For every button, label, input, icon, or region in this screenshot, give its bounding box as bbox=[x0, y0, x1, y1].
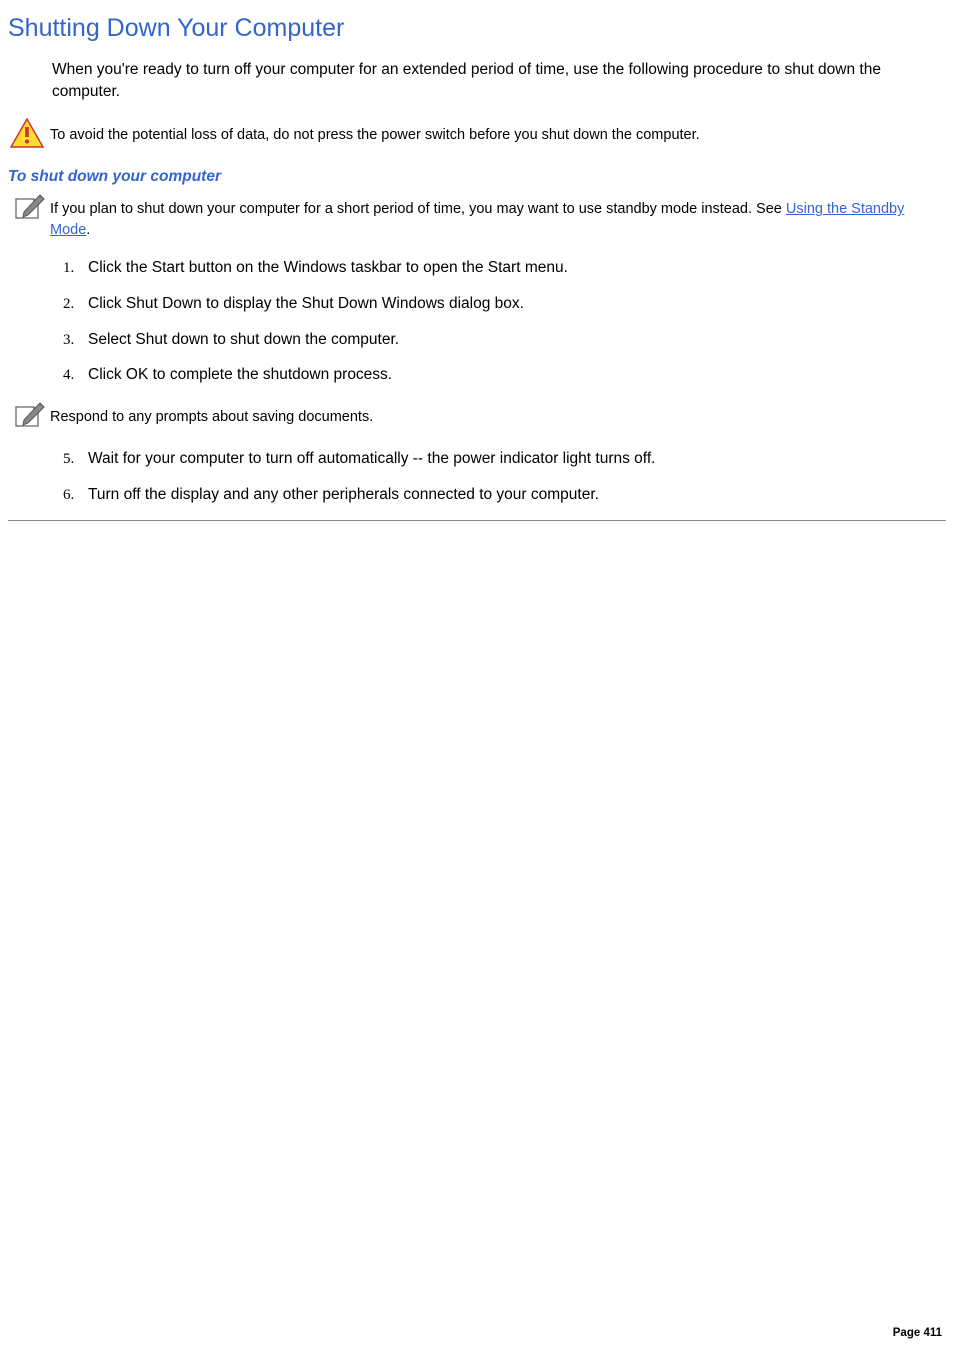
step-text: Wait for your computer to turn off autom… bbox=[88, 448, 655, 470]
section-subheading: To shut down your computer bbox=[8, 168, 946, 186]
step-text: Select Shut down to shut down the comput… bbox=[88, 329, 399, 351]
steps-list-b: 5. Wait for your computer to turn off au… bbox=[63, 448, 946, 505]
step-text: Click OK to complete the shutdown proces… bbox=[88, 364, 392, 386]
step-text: Turn off the display and any other perip… bbox=[88, 484, 599, 506]
step-number: 3. bbox=[63, 332, 88, 349]
list-item: 1. Click the Start button on the Windows… bbox=[63, 257, 946, 279]
list-item: 6. Turn off the display and any other pe… bbox=[63, 484, 946, 506]
section-divider bbox=[8, 520, 946, 521]
step-number: 6. bbox=[63, 487, 88, 504]
step-number: 2. bbox=[63, 296, 88, 313]
list-item: 3. Select Shut down to shut down the com… bbox=[63, 329, 946, 351]
note-icon bbox=[8, 400, 50, 430]
warning-icon bbox=[8, 118, 50, 148]
note-1-text-after: . bbox=[86, 222, 90, 238]
step-number: 1. bbox=[63, 260, 88, 277]
warning-text: To avoid the potential loss of data, do … bbox=[50, 118, 700, 146]
note-callout-2: Respond to any prompts about saving docu… bbox=[8, 400, 946, 430]
step-text: Click the Start button on the Windows ta… bbox=[88, 257, 568, 279]
note-1-text-container: If you plan to shut down your computer f… bbox=[50, 192, 946, 241]
step-number: 4. bbox=[63, 367, 88, 384]
page-number: Page 411 bbox=[893, 1327, 942, 1339]
step-text: Click Shut Down to display the Shut Down… bbox=[88, 293, 524, 315]
list-item: 5. Wait for your computer to turn off au… bbox=[63, 448, 946, 470]
list-item: 4. Click OK to complete the shutdown pro… bbox=[63, 364, 946, 386]
note-2-text: Respond to any prompts about saving docu… bbox=[50, 400, 373, 428]
page-title: Shutting Down Your Computer bbox=[8, 14, 946, 43]
note-callout-1: If you plan to shut down your computer f… bbox=[8, 192, 946, 241]
note-icon bbox=[8, 192, 50, 222]
intro-paragraph: When you're ready to turn off your compu… bbox=[52, 59, 946, 102]
note-1-text-before: If you plan to shut down your computer f… bbox=[50, 201, 786, 217]
steps-list-a: 1. Click the Start button on the Windows… bbox=[63, 257, 946, 386]
step-number: 5. bbox=[63, 451, 88, 468]
warning-callout: To avoid the potential loss of data, do … bbox=[8, 118, 946, 148]
list-item: 2. Click Shut Down to display the Shut D… bbox=[63, 293, 946, 315]
